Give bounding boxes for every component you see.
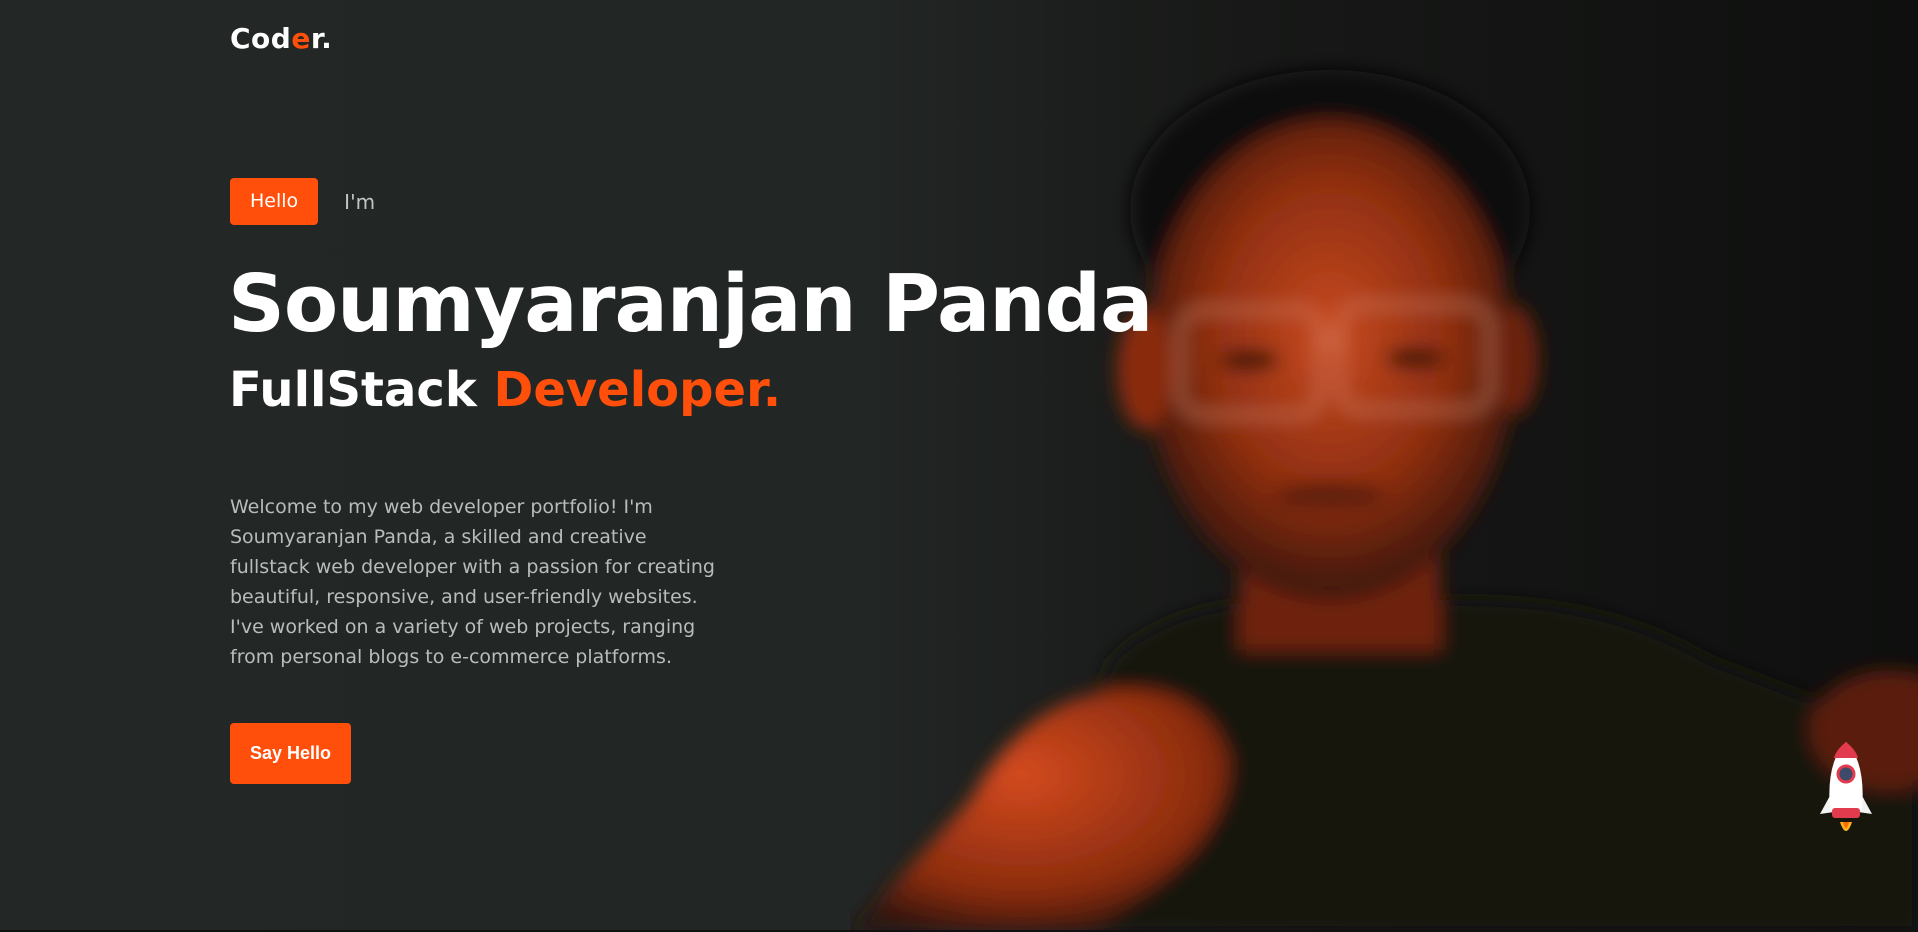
logo-text-accent: e <box>291 22 311 55</box>
logo-text-part2: r. <box>310 22 333 55</box>
say-hello-button[interactable]: Say Hello <box>230 723 351 784</box>
hero-role: FullStack Developer. <box>229 362 781 418</box>
role-accent: Developer. <box>493 362 782 418</box>
logo-text-part1: Cod <box>230 22 292 55</box>
intro-paragraph: Welcome to my web developer portfolio! I… <box>230 496 715 668</box>
hero-name: Soumyaranjan Panda <box>228 258 1153 350</box>
greeting-row: Hello I'm <box>230 178 375 225</box>
hello-badge: Hello <box>230 178 319 225</box>
role-main: FullStack <box>229 362 477 418</box>
portrait-image <box>850 70 1918 932</box>
site-logo[interactable]: Coder. <box>230 22 332 55</box>
im-text: I'm <box>344 189 376 214</box>
rocket-icon[interactable] <box>1818 740 1874 840</box>
